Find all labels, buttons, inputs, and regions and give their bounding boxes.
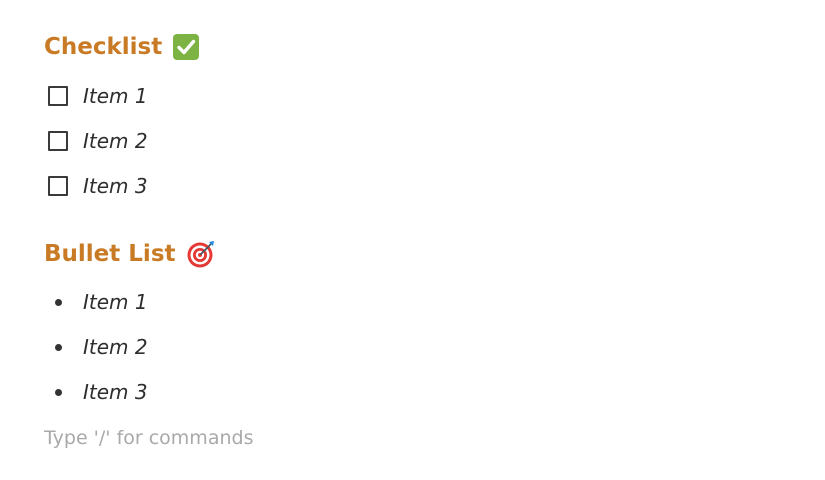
checklist-item-text[interactable]: Item 2	[83, 129, 148, 153]
checklist-checkbox[interactable]	[48, 131, 68, 151]
bullet-list-item-text[interactable]: Item 3	[83, 380, 148, 404]
checklist-checkbox[interactable]	[48, 176, 68, 196]
checklist-item: Item 1	[48, 83, 148, 109]
checklist-heading-text: Checklist	[44, 34, 163, 60]
checklist-item: Item 2	[48, 128, 148, 154]
checklist-heading[interactable]: Checklist	[44, 32, 200, 62]
bullet-list-item: Item 3	[48, 379, 148, 405]
bullet-icon	[48, 388, 68, 396]
editor-page: Checklist Item 1 Item 2 Item 3 Bullet Li…	[0, 0, 825, 480]
bullet-list-item: Item 1	[48, 289, 148, 315]
bullet-list-item: Item 2	[48, 334, 148, 360]
check-mark-icon	[172, 33, 200, 61]
bullet-list-heading[interactable]: Bullet List	[44, 239, 216, 269]
target-icon	[186, 239, 216, 269]
checklist-item-text[interactable]: Item 3	[83, 174, 148, 198]
checklist-checkbox[interactable]	[48, 86, 68, 106]
bullet-list-item-text[interactable]: Item 2	[83, 335, 148, 359]
bullet-icon	[48, 298, 68, 306]
bullet-icon	[48, 343, 68, 351]
bullet-list-item-text[interactable]: Item 1	[83, 290, 148, 314]
checklist-item: Item 3	[48, 173, 148, 199]
bullet-list-heading-text: Bullet List	[44, 241, 176, 267]
checklist-item-text[interactable]: Item 1	[83, 84, 148, 108]
command-input-placeholder[interactable]: Type '/' for commands	[44, 425, 253, 451]
